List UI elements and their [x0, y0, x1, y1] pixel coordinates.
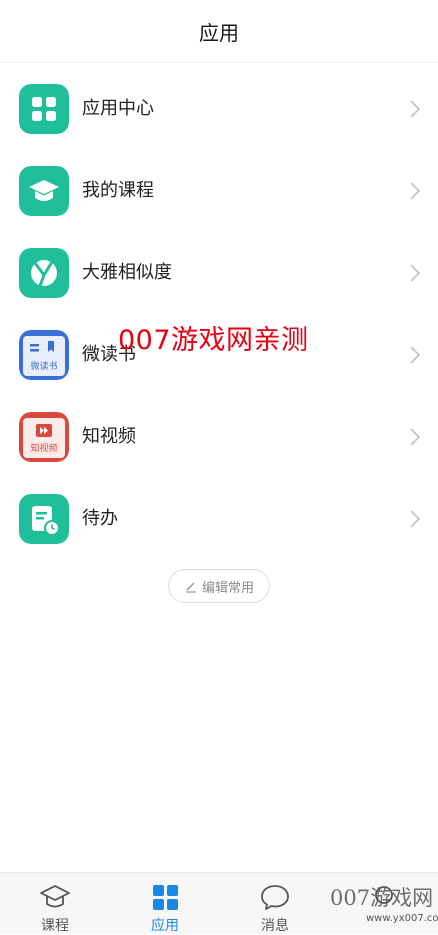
watermark-text: 007游戏网亲测 — [118, 325, 309, 356]
graduation-cap-icon — [40, 885, 70, 908]
app-label: 待办 — [82, 508, 118, 529]
app-list: 应用中心 我的课程 大雅相似度 微读书 微读书 知视频 知视频 待办 — [0, 68, 438, 560]
chevron-right-icon — [410, 510, 420, 528]
chevron-right-icon — [410, 182, 420, 200]
tab-label: 应用 — [151, 918, 179, 934]
app-row-app-center[interactable]: 应用中心 — [0, 68, 438, 150]
app-label: 我的课程 — [82, 180, 154, 201]
edit-frequent-button[interactable]: 编辑常用 — [168, 569, 270, 603]
weidushu-app-icon: 微读书 — [19, 330, 69, 380]
page-title: 应用 — [199, 20, 239, 45]
tab-label: 消息 — [261, 918, 289, 934]
edit-frequent-label: 编辑常用 — [201, 580, 254, 596]
chevron-right-icon — [410, 428, 420, 446]
grid-icon — [153, 885, 178, 910]
app-row-todo[interactable]: 待办 — [0, 478, 438, 560]
app-row-my-courses[interactable]: 我的课程 — [0, 150, 438, 232]
tab-courses[interactable]: 课程 — [15, 873, 95, 935]
app-label: 应用中心 — [82, 98, 154, 119]
tab-apps[interactable]: 应用 — [125, 873, 205, 935]
page-header: 应用 — [0, 0, 438, 63]
app-label: 知视频 — [82, 426, 136, 447]
chevron-right-icon — [410, 100, 420, 118]
corner-watermark-text: 007游戏网 — [330, 886, 434, 910]
chevron-right-icon — [410, 346, 420, 364]
daya-app-icon — [19, 248, 69, 298]
weidushu-icon-text: 微读书 — [30, 360, 57, 372]
app-label: 大雅相似度 — [82, 262, 172, 283]
app-row-zhishipin[interactable]: 知视频 知视频 — [0, 396, 438, 478]
tab-messages[interactable]: 消息 — [235, 873, 315, 935]
corner-watermark-url: www.yx007.com — [366, 913, 438, 924]
zhishipin-icon-text: 知视频 — [30, 442, 57, 454]
pencil-icon — [185, 582, 196, 593]
todo-app-icon — [19, 494, 69, 544]
graduation-cap-app-icon — [19, 166, 69, 216]
grid-app-icon — [19, 84, 69, 134]
zhishipin-app-icon: 知视频 — [19, 412, 69, 462]
chat-bubble-icon — [261, 885, 289, 910]
app-row-daya-similarity[interactable]: 大雅相似度 — [0, 232, 438, 314]
chevron-right-icon — [410, 264, 420, 282]
tab-label: 课程 — [41, 918, 69, 934]
